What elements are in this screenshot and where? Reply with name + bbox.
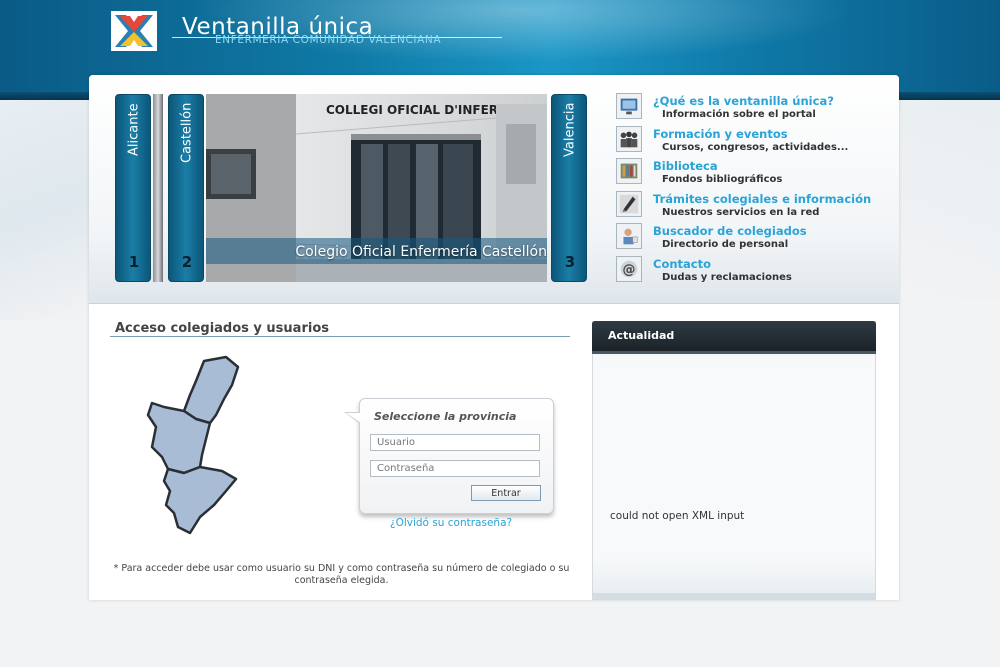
- login-box: Seleccione la provincia Entrar: [344, 398, 554, 514]
- forgot-password-link[interactable]: ¿Olvidó su contraseña?: [390, 517, 512, 529]
- nav-link[interactable]: ¿Qué es la ventanilla única?: [653, 94, 834, 108]
- slider-caption: Colegio Oficial Enfermería Castellón: [295, 244, 547, 260]
- nav-item-que-es[interactable]: ¿Qué es la ventanilla única? Información…: [616, 92, 886, 125]
- news-footer-bar: [593, 593, 875, 599]
- nav-item-formacion[interactable]: Formación y eventos Cursos, congresos, a…: [616, 125, 886, 158]
- login-heading: Acceso colegiados y usuarios: [115, 321, 329, 336]
- at-icon: @: [616, 255, 642, 282]
- login-footnote: * Para acceder debe usar como usuario su…: [113, 563, 570, 586]
- login-box-title: Seleccione la provincia: [374, 410, 517, 423]
- monitor-icon: [616, 93, 642, 119]
- svg-text:@: @: [623, 262, 636, 277]
- nav-item-buscador[interactable]: Buscador de colegiados Directorio de per…: [616, 222, 886, 255]
- books-icon: [616, 158, 642, 184]
- logo-icon[interactable]: [110, 10, 158, 52]
- nav-link[interactable]: Contacto: [653, 257, 711, 271]
- pen-icon: [616, 190, 642, 217]
- password-input[interactable]: [370, 460, 540, 477]
- map-region-alicante[interactable]: [162, 465, 238, 535]
- nav-subtitle: Fondos bibliográficos: [662, 174, 783, 185]
- login-heading-divider: [110, 336, 570, 337]
- slider-image[interactable]: COLLEGI OFICIAL D'INFERMERIA Colegio Ofi…: [206, 94, 547, 282]
- main-container: Alicante 1 Castellón 2 COLLEGI OFICIAL D…: [89, 75, 899, 600]
- username-input[interactable]: [370, 434, 540, 451]
- slider-tab-number: 1: [128, 253, 140, 271]
- slider-tab-number: 2: [181, 253, 193, 271]
- news-message: could not open XML input: [610, 510, 745, 522]
- site-subtitle: ENFERMERIA COMUNIDAD VALENCIANA: [215, 34, 442, 46]
- news-panel: Actualidad could not open XML input: [592, 321, 876, 600]
- nav-subtitle: Información sobre el portal: [662, 109, 816, 120]
- nav-subtitle: Directorio de personal: [662, 239, 789, 250]
- map-region-castellon[interactable]: [182, 355, 240, 425]
- slider-tab-valencia[interactable]: Valencia 3: [551, 94, 587, 282]
- people-icon: [616, 125, 642, 152]
- slider-tab-label: Alicante: [126, 103, 142, 156]
- background-stripe-left: [0, 100, 90, 320]
- news-header: Actualidad: [592, 321, 876, 354]
- province-map: [146, 355, 240, 535]
- nav-link[interactable]: Buscador de colegiados: [653, 224, 807, 238]
- slider-tab-number: 3: [564, 253, 576, 271]
- top-panel: Alicante 1 Castellón 2 COLLEGI OFICIAL D…: [89, 75, 899, 304]
- slider-image-strip: [153, 94, 163, 282]
- news-title: Actualidad: [608, 329, 675, 342]
- nav-link[interactable]: Trámites colegiales e información: [653, 192, 871, 206]
- login-submit-button[interactable]: Entrar: [471, 485, 541, 501]
- nav-item-contacto[interactable]: @ Contacto Dudas y reclamaciones: [616, 255, 886, 288]
- slider-tab-castellon[interactable]: Castellón 2: [168, 94, 204, 282]
- nav-subtitle: Cursos, congresos, actividades...: [662, 141, 849, 153]
- nav-subtitle: Dudas y reclamaciones: [662, 271, 792, 283]
- portal-nav: ¿Qué es la ventanilla única? Información…: [616, 92, 886, 287]
- background-stripe-right: [898, 100, 1000, 300]
- nav-item-biblioteca[interactable]: Biblioteca Fondos bibliográficos: [616, 157, 886, 190]
- user-search-icon: [616, 223, 642, 249]
- nav-item-tramites[interactable]: Trámites colegiales e información Nuestr…: [616, 190, 886, 223]
- slider-tab-label: Valencia: [562, 103, 578, 158]
- nav-subtitle: Nuestros servicios en la red: [662, 206, 820, 218]
- nav-link[interactable]: Formación y eventos: [653, 127, 788, 141]
- nav-link[interactable]: Biblioteca: [653, 159, 718, 173]
- slider-tab-alicante[interactable]: Alicante 1: [115, 94, 151, 282]
- slider-tab-label: Castellón: [179, 103, 195, 164]
